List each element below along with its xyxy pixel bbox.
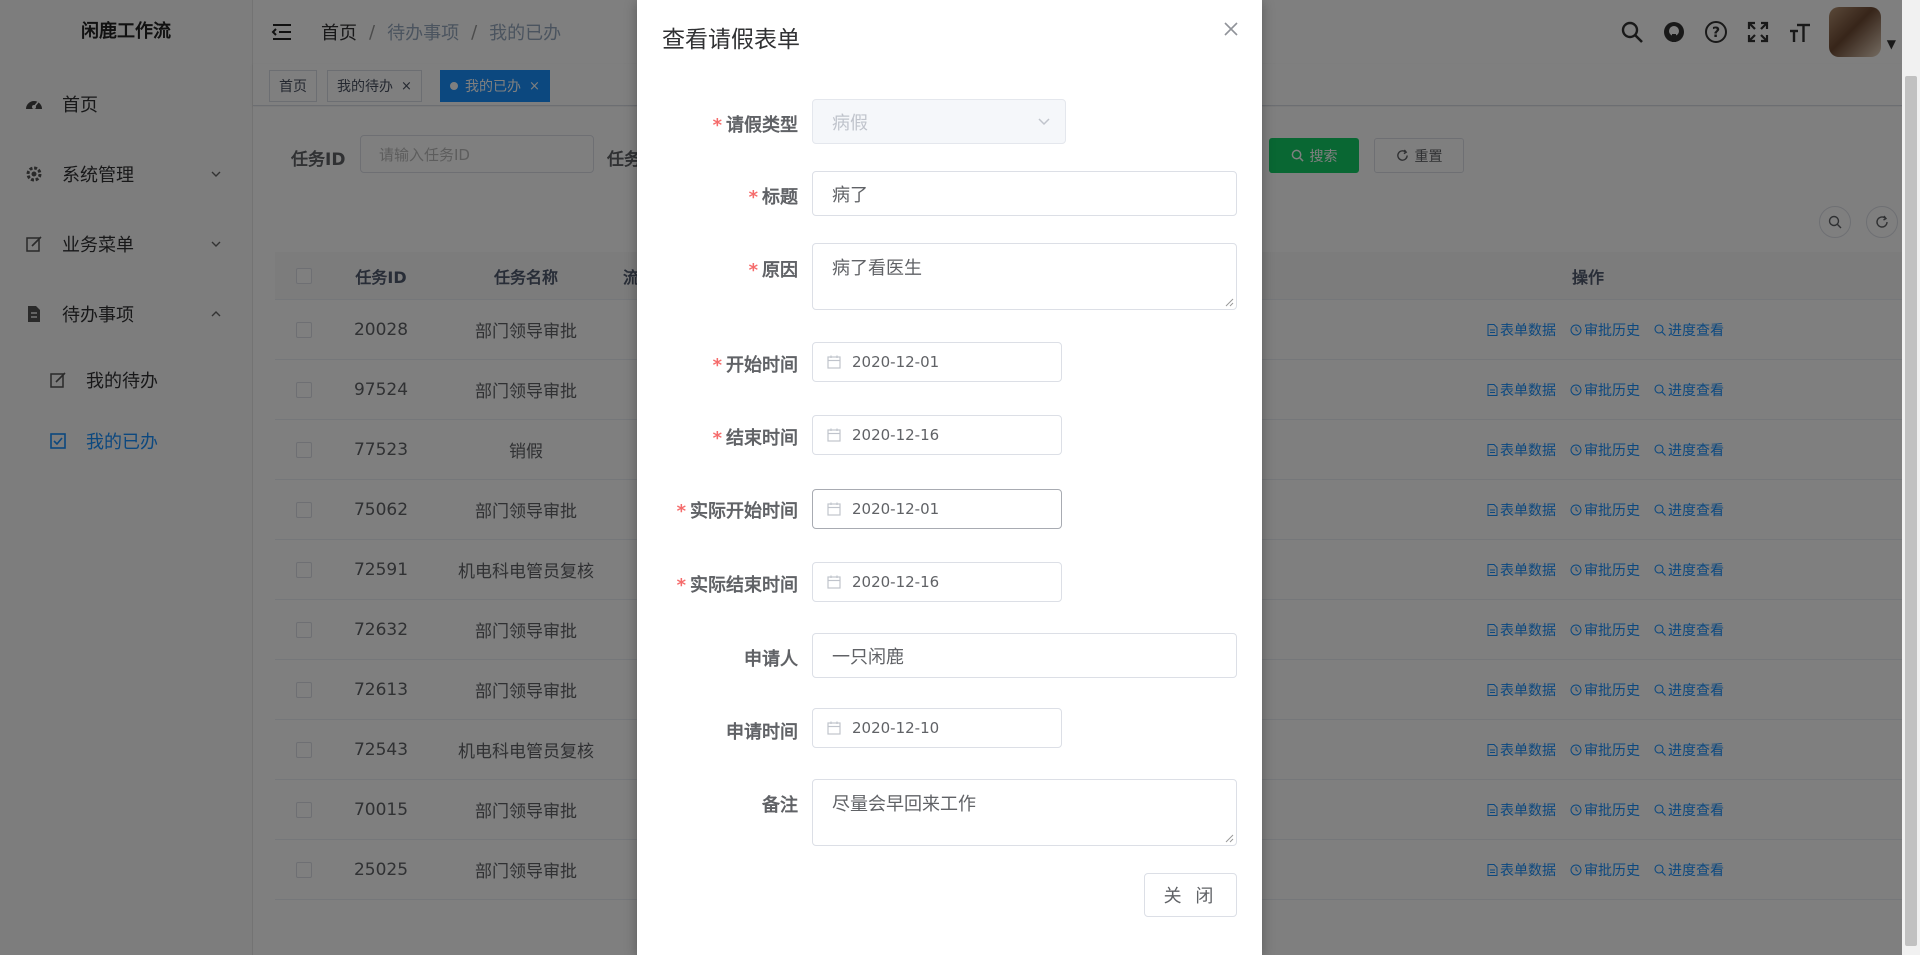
actual-start-picker[interactable]: 2020-12-01 — [812, 489, 1062, 529]
applicant-value: 一只闲鹿 — [832, 646, 904, 668]
remark-value: 尽量会早回来工作 — [832, 794, 976, 815]
title-input[interactable]: 病了 — [812, 171, 1237, 216]
leave-type-value: 病假 — [832, 112, 868, 134]
leave-type-label: * 请假类型 — [712, 115, 798, 136]
apply-time-picker[interactable]: 2020-12-10 — [812, 708, 1062, 748]
calendar-icon — [827, 428, 841, 442]
apply-time-value: 2020-12-10 — [852, 719, 940, 737]
dialog-title: 查看请假表单 — [662, 27, 800, 53]
scrollbar-thumb[interactable] — [1905, 76, 1917, 946]
calendar-icon — [827, 575, 841, 589]
remark-label: 备注 — [762, 795, 798, 816]
close-button[interactable]: 关 闭 — [1144, 873, 1237, 917]
reason-label: * 原因 — [748, 260, 798, 281]
calendar-icon — [827, 721, 841, 735]
start-time-value: 2020-12-01 — [852, 353, 940, 371]
remark-textarea[interactable]: 尽量会早回来工作 — [812, 779, 1237, 846]
start-time-picker[interactable]: 2020-12-01 — [812, 342, 1062, 382]
apply-time-label: 申请时间 — [726, 722, 798, 743]
actual-start-value: 2020-12-01 — [852, 500, 940, 518]
title-label: * 标题 — [748, 187, 798, 208]
reason-textarea[interactable]: 病了看医生 — [812, 243, 1237, 310]
actual-end-value: 2020-12-16 — [852, 573, 940, 591]
actual-end-label: * 实际结束时间 — [676, 575, 798, 596]
end-time-label: * 结束时间 — [712, 428, 798, 449]
title-value: 病了 — [832, 184, 868, 206]
reason-value: 病了看医生 — [832, 258, 922, 279]
close-icon[interactable] — [1222, 20, 1240, 38]
page-scrollbar[interactable] — [1902, 0, 1920, 955]
end-time-picker[interactable]: 2020-12-16 — [812, 415, 1062, 455]
applicant-input[interactable]: 一只闲鹿 — [812, 633, 1237, 678]
end-time-value: 2020-12-16 — [852, 426, 940, 444]
leave-type-select[interactable]: 病假 — [812, 99, 1066, 144]
applicant-label: 申请人 — [744, 649, 798, 670]
actual-start-label: * 实际开始时间 — [676, 501, 798, 522]
calendar-icon — [827, 355, 841, 369]
leave-form-dialog: 查看请假表单 * 请假类型 病假 * 标题 病了 * 原因 病了看医生 * 开始时间 2… — [637, 0, 1262, 955]
chevron-down-icon — [1038, 118, 1050, 126]
resize-grip-icon[interactable] — [1224, 297, 1234, 307]
resize-grip-icon[interactable] — [1224, 833, 1234, 843]
start-time-label: * 开始时间 — [712, 355, 798, 376]
calendar-icon — [827, 502, 841, 516]
actual-end-picker[interactable]: 2020-12-16 — [812, 562, 1062, 602]
